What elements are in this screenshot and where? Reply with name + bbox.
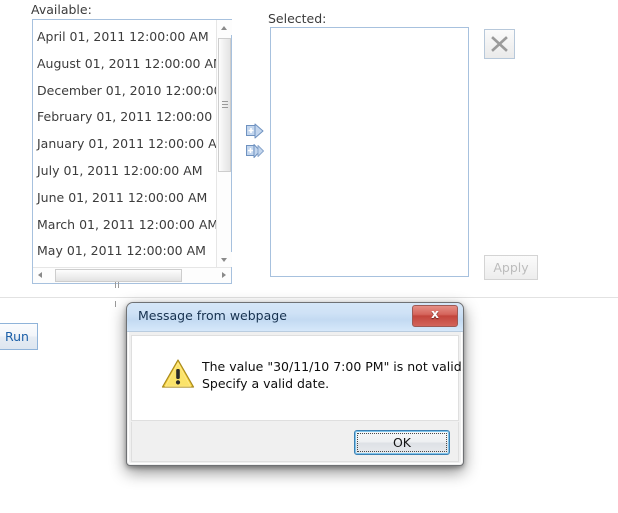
list-item[interactable]: February 01, 2011 12:00:00 AM bbox=[37, 104, 217, 131]
list-item[interactable]: June 01, 2011 12:00:00 AM bbox=[37, 185, 217, 212]
scrollbar-grip-icon bbox=[114, 273, 123, 307]
dialog-footer: OK bbox=[131, 422, 459, 462]
list-item[interactable]: July 01, 2011 12:00:00 AM bbox=[37, 158, 217, 185]
run-button[interactable]: Run bbox=[0, 323, 38, 350]
section-divider bbox=[0, 297, 618, 298]
scrollbar-grip-icon bbox=[222, 101, 228, 109]
warning-triangle-icon bbox=[161, 358, 195, 389]
available-options-container[interactable]: April 01, 2011 12:00:00 AM August 01, 20… bbox=[33, 20, 217, 266]
list-item[interactable]: December 01, 2010 12:00:00 AM bbox=[37, 78, 217, 105]
ok-button-label: OK bbox=[392, 435, 412, 450]
available-listbox[interactable]: April 01, 2011 12:00:00 AM August 01, 20… bbox=[32, 19, 232, 307]
page-root: Available: April 01, 2011 12:00:00 AM Au… bbox=[0, 0, 618, 513]
scroll-right-arrow-icon[interactable] bbox=[216, 268, 231, 283]
dialog-message: The value "30/11/10 7:00 PM" is not vali… bbox=[202, 358, 464, 392]
available-horizontal-scrollbar[interactable] bbox=[33, 267, 231, 307]
available-vertical-scrollbar[interactable] bbox=[216, 20, 232, 267]
remove-x-icon bbox=[491, 36, 508, 52]
dialog-title: Message from webpage bbox=[138, 308, 287, 323]
list-item[interactable]: January 01, 2011 12:00:00 AM bbox=[37, 131, 217, 158]
run-button-label: Run bbox=[5, 329, 29, 344]
list-item[interactable]: March 01, 2011 12:00:00 AM bbox=[37, 212, 217, 239]
add-all-double-arrow-icon[interactable] bbox=[246, 143, 264, 159]
ok-button[interactable]: OK bbox=[354, 430, 450, 455]
horizontal-scrollbar-thumb[interactable] bbox=[55, 269, 182, 307]
scroll-down-arrow-icon[interactable] bbox=[217, 252, 232, 267]
list-item[interactable]: April 01, 2011 12:00:00 AM bbox=[37, 24, 217, 51]
remove-button[interactable] bbox=[484, 29, 515, 59]
vertical-scrollbar-thumb[interactable] bbox=[218, 38, 231, 172]
list-item[interactable]: May 01, 2011 12:00:00 AM bbox=[37, 238, 217, 265]
dialog-titlebar: Message from webpage x bbox=[127, 303, 463, 332]
available-label: Available: bbox=[31, 2, 92, 17]
scroll-up-arrow-icon[interactable] bbox=[217, 20, 232, 35]
dialog-close-button[interactable]: x bbox=[412, 305, 458, 327]
close-x-icon: x bbox=[431, 307, 439, 321]
selected-label: Selected: bbox=[268, 11, 327, 26]
dialog-message-line-1: The value "30/11/10 7:00 PM" is not vali… bbox=[202, 359, 464, 374]
dialog-message-line-2: Specify a valid date. bbox=[202, 376, 330, 391]
arrow-right-plus-icon bbox=[246, 123, 264, 139]
selected-listbox[interactable] bbox=[270, 27, 469, 277]
message-dialog: Message from webpage x The value "30/11/… bbox=[126, 302, 464, 466]
dialog-body: The value "30/11/10 7:00 PM" is not vali… bbox=[131, 335, 464, 421]
add-selected-arrow-icon[interactable] bbox=[246, 123, 264, 139]
double-arrow-right-plus-icon bbox=[246, 144, 264, 158]
apply-button-label: Apply bbox=[493, 260, 529, 275]
scroll-left-arrow-icon[interactable] bbox=[33, 268, 48, 283]
apply-button[interactable]: Apply bbox=[484, 255, 538, 280]
list-item[interactable]: August 01, 2011 12:00:00 AM bbox=[37, 51, 217, 78]
